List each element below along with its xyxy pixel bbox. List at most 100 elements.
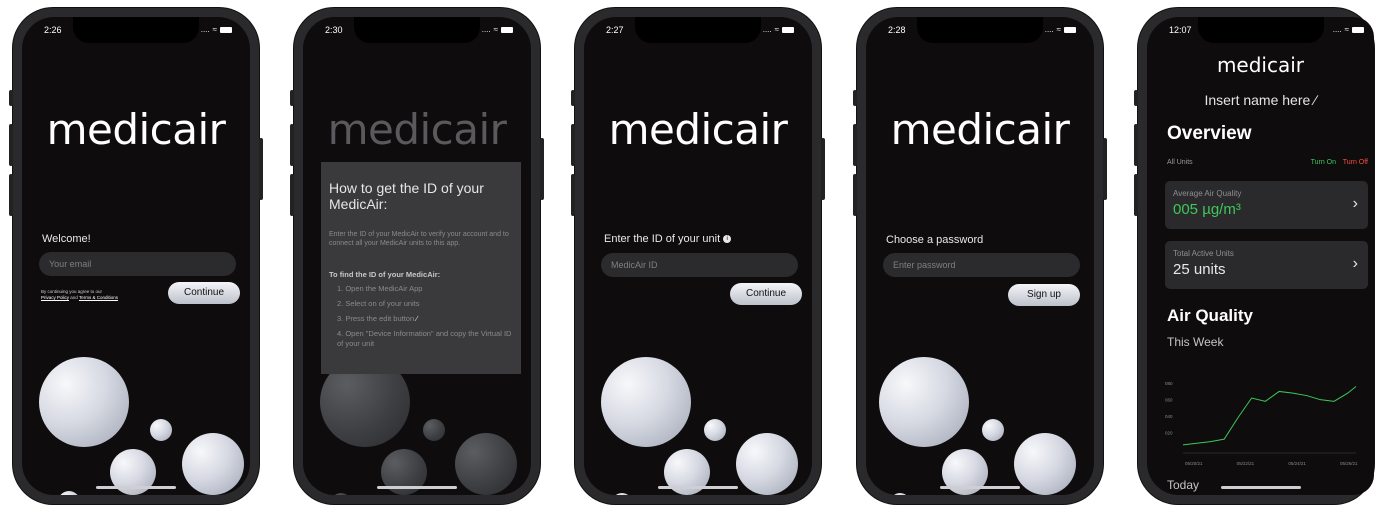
battery-icon	[501, 26, 513, 33]
info-icon[interactable]: i	[723, 235, 732, 244]
logo: medicair	[890, 105, 1070, 154]
id-input[interactable]: MedicAir ID	[601, 253, 798, 277]
turn-off-button[interactable]: Turn Off	[1343, 159, 1368, 166]
status-time: 12:07	[1169, 25, 1192, 35]
air-quality-title: Air Quality	[1167, 306, 1253, 325]
logo: medicair	[1216, 53, 1305, 77]
bubble	[58, 491, 80, 495]
wifi-icon: ≈	[493, 25, 498, 34]
bubble	[612, 493, 632, 495]
y-tick-label: 040	[1165, 414, 1173, 419]
avg-air-quality-card[interactable]: Average Air Quality 005 µg/m³ ›	[1165, 181, 1368, 229]
wifi-icon: ≈	[212, 25, 217, 34]
card-title: Average Air Quality	[1173, 189, 1242, 198]
phone-dashboard: 12:07 .... ≈ medicair Insert name here ∕ …	[1134, 8, 1374, 504]
card-value: 25 units	[1173, 261, 1226, 278]
phone-welcome: 2:26 .... ≈ medicair Welcome! Your email …	[9, 8, 263, 504]
logo: medicair	[46, 105, 226, 154]
all-units-label: All Units	[1167, 159, 1193, 166]
notch	[917, 17, 1043, 43]
wifi-icon: ≈	[1056, 25, 1061, 34]
chevron-right-icon: ›	[1352, 195, 1358, 212]
terms-link[interactable]: Terms & Conditions	[79, 295, 118, 300]
privacy-link[interactable]: Privacy Policy	[41, 295, 69, 300]
bubble	[704, 419, 726, 441]
battery-icon	[782, 26, 794, 33]
y-tick-label: 020	[1165, 431, 1173, 436]
modal-title: How to get the ID of your MedicAir:	[329, 180, 484, 212]
y-tick-label: 080	[1165, 381, 1173, 386]
name-text: Insert name here	[1204, 92, 1311, 108]
modal-subtitle: To find the ID of your MedicAir:	[329, 270, 441, 279]
step-text: 3. Press the edit button	[337, 314, 415, 323]
status-time: 2:26	[44, 25, 62, 35]
continue-button[interactable]: Continue	[168, 282, 240, 304]
help-modal[interactable]: How to get the ID of your MedicAir: Ente…	[321, 162, 521, 374]
edit-icon: ∕	[416, 314, 418, 323]
status-time: 2:27	[606, 25, 624, 35]
battery-icon	[1352, 26, 1364, 33]
bubble	[331, 493, 351, 495]
bubble	[423, 419, 445, 441]
notch	[1197, 17, 1324, 43]
dashboard-screen: 12:07 .... ≈ medicair Insert name here ∕ …	[1147, 17, 1374, 495]
week-label: This Week	[1167, 335, 1224, 349]
wifi-icon: ≈	[1344, 25, 1349, 34]
turn-on-button[interactable]: Turn On	[1311, 159, 1336, 166]
password-label: Choose a password	[886, 234, 984, 246]
name-title[interactable]: Insert name here ∕	[1147, 92, 1374, 108]
phone-help: 2:30 .... ≈ medicair How to get the ID of…	[290, 8, 544, 504]
edit-icon[interactable]: ∕	[1314, 92, 1316, 108]
logo: medicair	[327, 105, 507, 154]
notch	[354, 17, 480, 43]
battery-icon	[220, 26, 232, 33]
logo: medicair	[608, 105, 788, 154]
home-indicator	[658, 486, 738, 489]
battery-icon	[1064, 26, 1076, 33]
signup-button[interactable]: Sign up	[1008, 284, 1080, 306]
today-label: Today	[1167, 478, 1200, 492]
notch	[635, 17, 761, 43]
legal-and: and	[70, 295, 78, 300]
home-indicator	[1220, 486, 1301, 489]
email-input[interactable]: Your email	[39, 252, 236, 276]
status-icons: .... ≈	[763, 25, 794, 34]
status-icons: .... ≈	[1333, 25, 1364, 34]
status-icons: .... ≈	[1045, 25, 1076, 34]
welcome-label: Welcome!	[42, 233, 91, 245]
bubble	[982, 419, 1004, 441]
bubble	[879, 357, 969, 447]
status-icons: .... ≈	[201, 25, 232, 34]
step-item: 2. Select on of your units	[337, 299, 420, 308]
modal-text: Enter the ID of your MedicAir to verify …	[329, 231, 509, 247]
continue-button[interactable]: Continue	[730, 283, 802, 305]
bubble	[39, 357, 129, 447]
card-title: Total Active Units	[1173, 249, 1234, 258]
home-indicator	[377, 486, 457, 489]
password-screen: 2:28 .... ≈ medicair Choose a password En…	[866, 17, 1094, 495]
bubble	[150, 419, 172, 441]
bubble	[455, 433, 517, 495]
bubble	[890, 493, 910, 495]
step-item: 1. Open the MedicAir App	[337, 284, 423, 293]
notch	[73, 17, 199, 43]
total-units-card[interactable]: Total Active Units 25 units ›	[1165, 241, 1368, 289]
overview-title: Overview	[1167, 123, 1252, 144]
password-input[interactable]: Enter password	[883, 253, 1080, 277]
x-tick-label: 05/26/21	[1340, 461, 1358, 466]
bubble	[601, 357, 691, 447]
status-time: 2:30	[325, 25, 343, 35]
welcome-screen: 2:26 .... ≈ medicair Welcome! Your email …	[22, 17, 250, 495]
step-item: 4. Open "Device Information" and copy th…	[337, 329, 512, 348]
x-tick-label: 05/24/21	[1288, 461, 1306, 466]
card-value: 005 µg/m³	[1173, 201, 1241, 218]
home-indicator	[96, 486, 176, 489]
steps-list: 1. Open the MedicAir App 2. Select on of…	[337, 284, 513, 354]
help-screen: 2:30 .... ≈ medicair How to get the ID of…	[303, 17, 531, 495]
x-tick-label: 05/22/21	[1237, 461, 1255, 466]
x-tick-label: 05/20/21	[1185, 461, 1203, 466]
legal-text: By continuing you agree to our Privacy P…	[41, 289, 171, 301]
series-line	[1182, 386, 1357, 446]
y-tick-label: 060	[1165, 398, 1173, 403]
bubble	[736, 433, 798, 495]
